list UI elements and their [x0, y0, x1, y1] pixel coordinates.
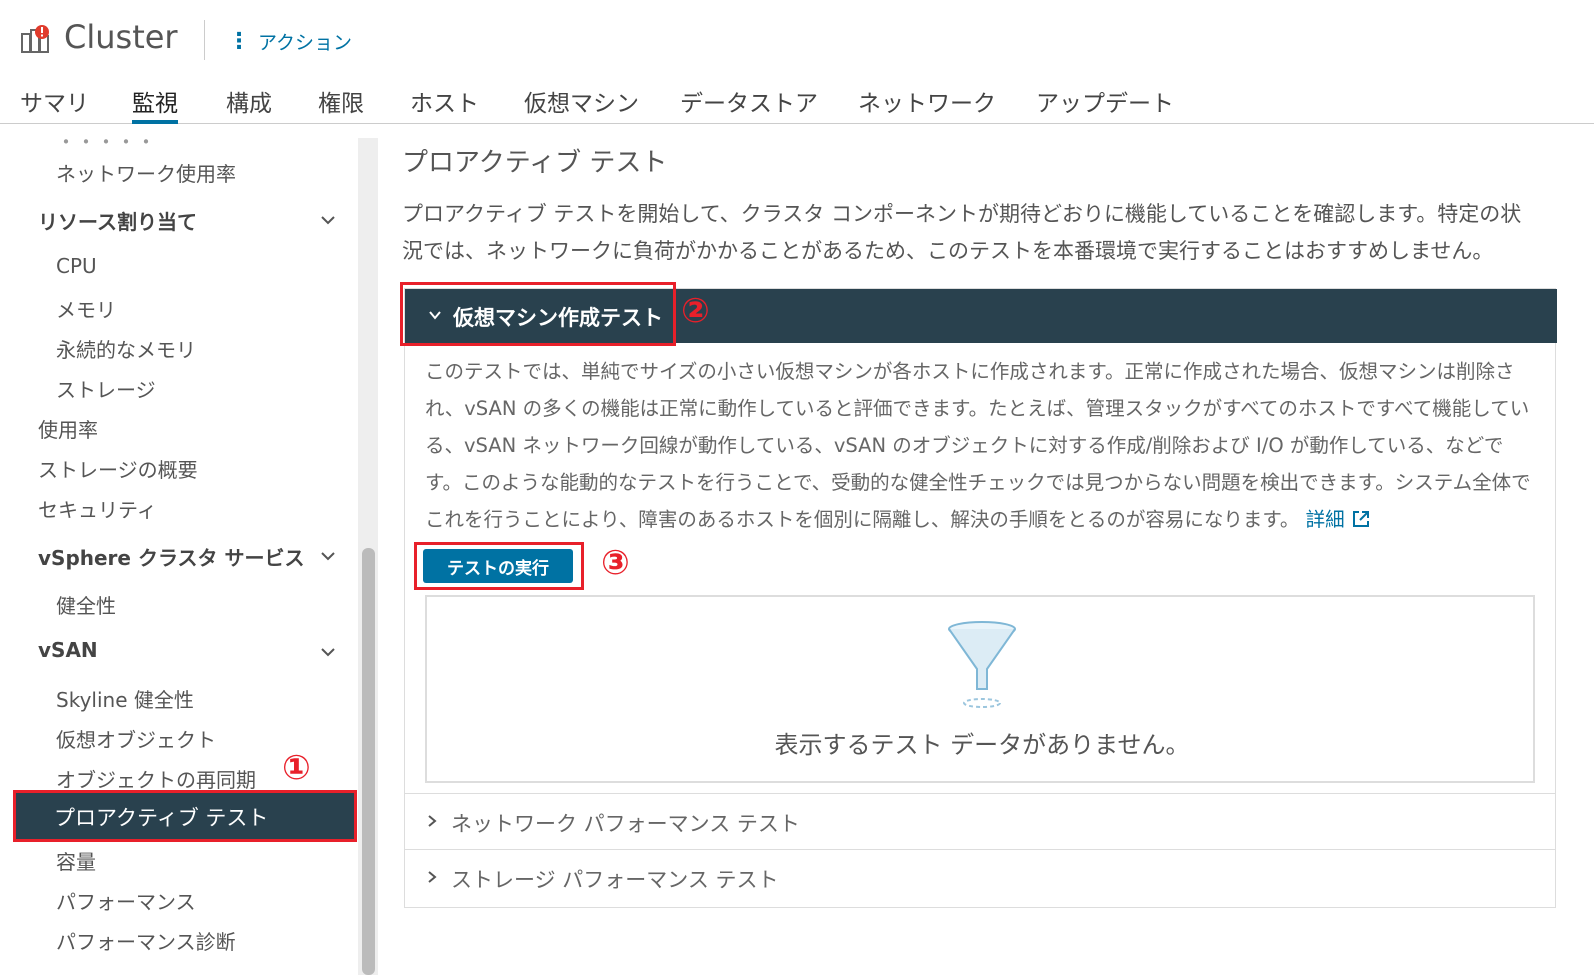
sidebar-group-vsphere-cluster-services[interactable]: vSphere クラスタ サービス [38, 542, 305, 571]
sidebar: ・・・・・ ネットワーク使用率 リソース割り当て CPU メモリ 永続的なメモリ… [0, 138, 378, 975]
run-test-highlight: テストの実行 [414, 542, 584, 590]
storage-performance-test-label: ストレージ パフォーマンス テスト [451, 868, 779, 892]
tab-bar: サマリ 監視 構成 権限 ホスト 仮想マシン データストア ネットワーク アップ… [0, 78, 1594, 124]
chevron-down-icon[interactable] [318, 642, 338, 662]
sidebar-item-resync-objects[interactable]: オブジェクトの再同期 [56, 764, 256, 793]
sidebar-item-network-usage[interactable]: ネットワーク使用率 [56, 158, 236, 187]
tab-updates[interactable]: アップデート [1036, 84, 1174, 124]
sidebar-scroll-thumb[interactable] [362, 548, 375, 975]
actions-menu[interactable]: ⋮ アクション [228, 28, 352, 55]
network-performance-test-row[interactable]: ネットワーク パフォーマンス テスト [405, 793, 1555, 849]
tab-networks[interactable]: ネットワーク [858, 84, 996, 124]
tab-hosts[interactable]: ホスト [410, 84, 479, 124]
annotation-3: ③ [601, 543, 630, 583]
sidebar-item-performance[interactable]: パフォーマンス [56, 886, 196, 915]
sidebar-item-virtual-objects[interactable]: 仮想オブジェクト [56, 724, 216, 753]
sidebar-item-skyline-health[interactable]: Skyline 健全性 [56, 684, 194, 713]
vm-creation-test-header[interactable]: 仮想マシン作成テスト [400, 282, 1557, 346]
tab-permissions[interactable]: 権限 [318, 84, 364, 124]
chevron-right-icon [428, 871, 437, 883]
sidebar-partial-item: ・・・・・ [56, 138, 156, 154]
proactive-tests-panel: 仮想マシン作成テスト ② このテストでは、単純でサイズの小さい仮想マシンが各ホス… [400, 282, 1557, 908]
sidebar-item-label: プロアクティブ テスト [54, 806, 269, 830]
tab-datastores[interactable]: データストア [680, 84, 818, 124]
sidebar-item-proactive-tests[interactable]: プロアクティブ テスト [13, 790, 357, 842]
header: Cluster ⋮ アクション [0, 0, 1594, 80]
external-link-icon [1352, 511, 1369, 527]
main-content: プロアクティブ テスト プロアクティブ テストを開始して、クラスタ コンポーネン… [380, 138, 1594, 975]
description-text: このテストでは、単純でサイズの小さい仮想マシンが各ホストに作成されます。正常に作… [425, 360, 1531, 531]
funnel-icon [948, 621, 1016, 708]
annotation-1: ① [282, 748, 311, 788]
section-description: プロアクティブ テストを開始して、クラスタ コンポーネントが期待どおりに機能して… [402, 202, 1522, 263]
empty-message: 表示するテスト データがありません。 [774, 731, 1190, 759]
chevron-down-icon[interactable] [318, 546, 338, 566]
sidebar-item-capacity[interactable]: 容量 [56, 846, 96, 875]
highlight-box [400, 282, 676, 346]
sidebar-item-cpu[interactable]: CPU [56, 254, 97, 278]
details-link[interactable]: 詳細 [1306, 508, 1371, 531]
tab-vms[interactable]: 仮想マシン [524, 84, 639, 124]
run-test-button[interactable]: テストの実行 [423, 549, 573, 583]
section-title: プロアクティブ テスト [402, 148, 668, 178]
tab-configure[interactable]: 構成 [226, 84, 272, 124]
sidebar-item-health[interactable]: 健全性 [56, 590, 116, 619]
tab-summary[interactable]: サマリ [20, 84, 89, 124]
details-link-label: 詳細 [1305, 508, 1345, 531]
sidebar-item-storage[interactable]: ストレージ [56, 374, 156, 403]
network-performance-test-label: ネットワーク パフォーマンス テスト [451, 812, 800, 836]
cluster-alert-icon [21, 25, 49, 53]
annotation-2: ② [681, 291, 710, 331]
sidebar-item-memory[interactable]: メモリ [56, 294, 116, 323]
page-title: Cluster [64, 18, 178, 56]
sidebar-item-storage-overview[interactable]: ストレージの概要 [38, 454, 198, 483]
sidebar-group-resource-allocation[interactable]: リソース割り当て [38, 206, 197, 235]
title-divider [204, 20, 205, 60]
tab-monitor[interactable]: 監視 [132, 84, 178, 124]
storage-performance-test-row[interactable]: ストレージ パフォーマンス テスト [405, 849, 1555, 905]
sidebar-item-performance-diagnostics[interactable]: パフォーマンス診断 [56, 926, 236, 955]
sidebar-item-utilization[interactable]: 使用率 [38, 414, 98, 443]
test-results-empty: 表示するテスト データがありません。 [425, 595, 1535, 783]
chevron-down-icon[interactable] [318, 210, 338, 230]
kebab-icon: ⋮ [228, 28, 250, 54]
sidebar-group-vsan[interactable]: vSAN [38, 638, 98, 662]
chevron-right-icon [428, 815, 437, 827]
vm-creation-test-description: このテストでは、単純でサイズの小さい仮想マシンが各ホストに作成されます。正常に作… [425, 353, 1535, 538]
actions-label: アクション [258, 32, 353, 54]
sidebar-item-persistent-memory[interactable]: 永続的なメモリ [56, 334, 196, 363]
sidebar-item-security[interactable]: セキュリティ [38, 494, 157, 523]
